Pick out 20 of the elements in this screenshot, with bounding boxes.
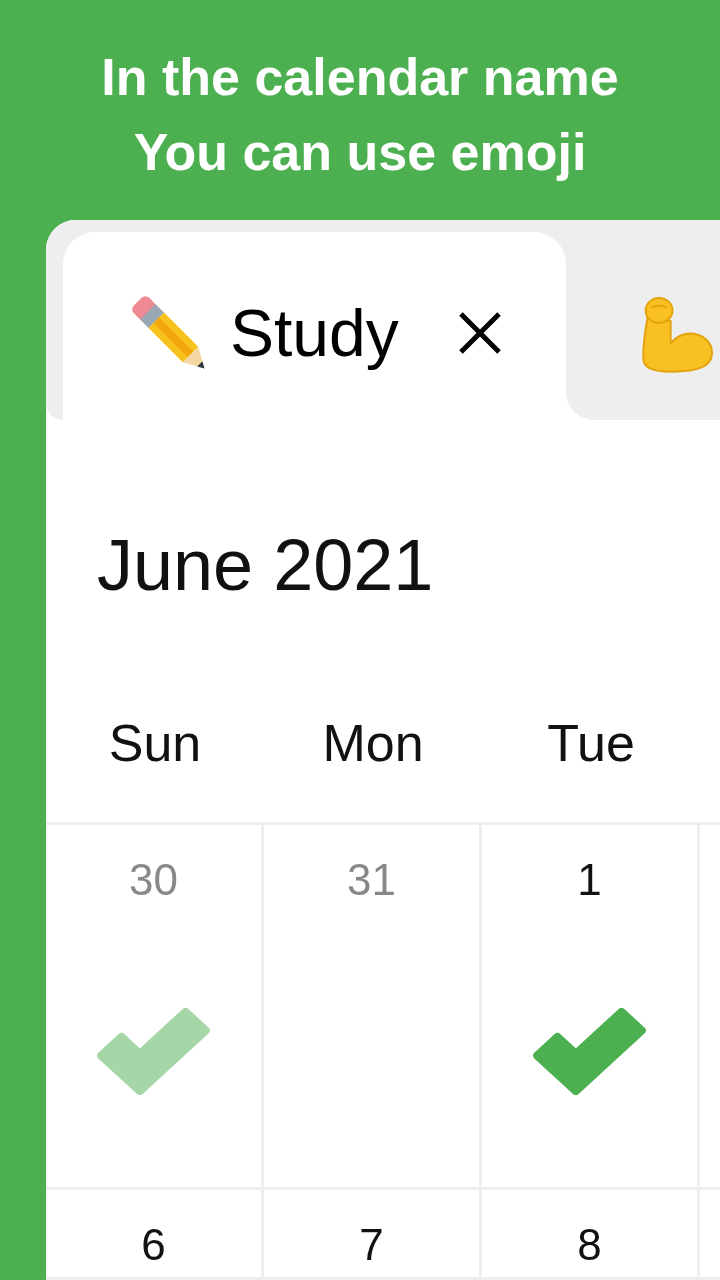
close-button[interactable] bbox=[457, 311, 502, 355]
day-cell[interactable]: 6 bbox=[46, 1190, 264, 1280]
day-cell[interactable]: 7 bbox=[264, 1190, 482, 1280]
day-cell[interactable]: 8 bbox=[482, 1190, 700, 1280]
day-number: 8 bbox=[577, 1220, 602, 1270]
day-cell[interactable]: 31 bbox=[264, 825, 482, 1190]
weekday-label: Sun bbox=[108, 713, 202, 774]
day-cell[interactable]: 1 bbox=[482, 825, 700, 1190]
day-cell[interactable]: 30 bbox=[46, 825, 264, 1190]
day-number: 1 bbox=[577, 855, 602, 905]
close-icon bbox=[457, 311, 502, 355]
month-title: June 2021 bbox=[97, 525, 434, 605]
day-number: 6 bbox=[141, 1220, 166, 1270]
day-number: 7 bbox=[359, 1220, 384, 1270]
day-number: 31 bbox=[347, 855, 396, 905]
headline: In the calendar name You can use emoji bbox=[101, 47, 619, 183]
weekday-label: Tue bbox=[547, 713, 635, 774]
tab[interactable]: Study bbox=[63, 232, 566, 420]
weekday-label: Mon bbox=[322, 713, 424, 774]
day-number: 30 bbox=[129, 855, 178, 905]
